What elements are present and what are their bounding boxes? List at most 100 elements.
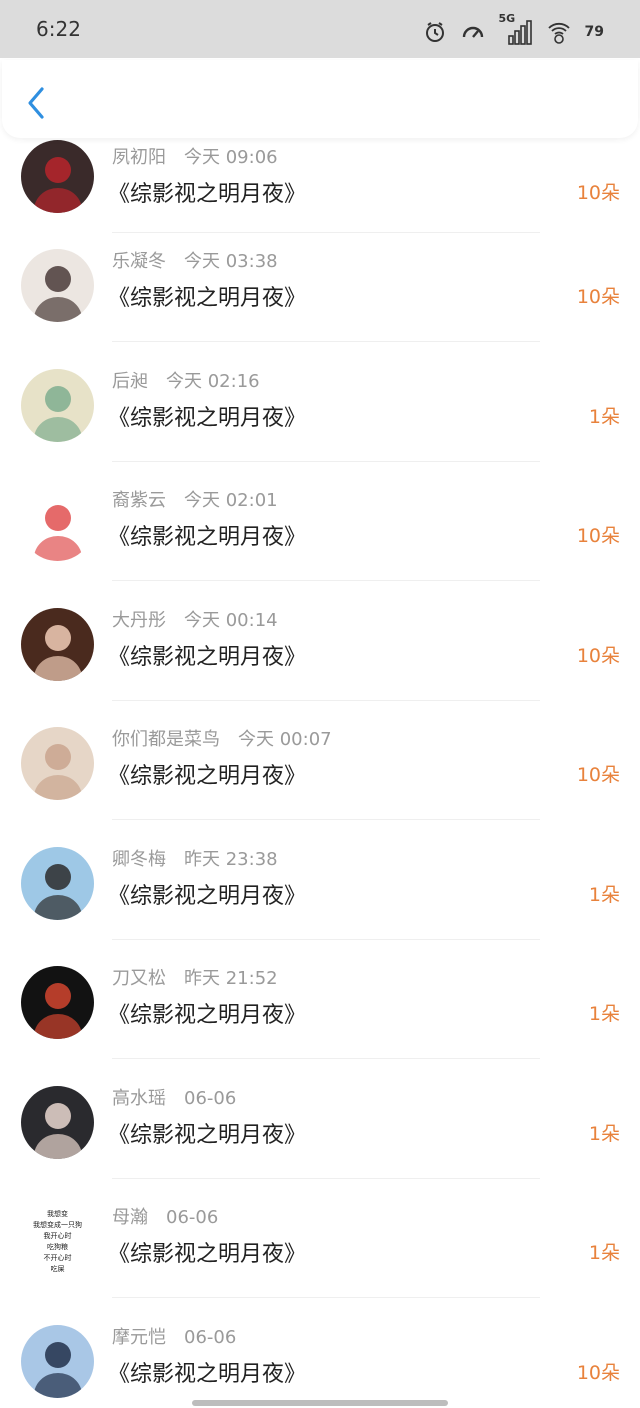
avatar[interactable] [21,1085,94,1159]
timestamp: 今天 09:06 [184,147,278,168]
user-name[interactable]: 大丹彤 [112,610,166,631]
flower-count: 1朵 [588,883,620,906]
book-title[interactable]: 《综影视之明月夜》 [108,1236,306,1268]
chevron-left-icon [28,87,44,119]
user-name[interactable]: 摩元恺 [112,1327,166,1348]
book-title[interactable]: 《综影视之明月夜》 [108,1117,306,1149]
divider [112,580,540,581]
timestamp: 今天 00:07 [238,729,332,750]
list-item[interactable]: 高水瑶 06-06 《综影视之明月夜》 1朵 [0,1072,640,1192]
timestamp: 06-06 [184,1087,237,1109]
avatar-image [34,624,82,681]
back-button[interactable] [22,86,52,120]
flower-count: 10朵 [576,764,620,786]
speed-icon [462,26,483,38]
status-time: 6:22 [36,17,81,41]
list-item[interactable]: 刀又松 昨天 21:52 《综影视之明月夜》 1朵 [0,952,640,1072]
avatar-image [34,863,82,920]
user-name[interactable]: 母瀚 [112,1207,148,1228]
user-name[interactable]: 刀又松 [112,968,166,989]
timestamp: 今天 00:14 [184,609,278,631]
list-item[interactable]: 你们都是菜鸟 今天 00:07 《综影视之明月夜》 10朵 [0,713,640,833]
item-meta: 夙初阳 今天 09:06 [112,143,278,169]
flower-count: 1朵 [588,1003,620,1025]
home-indicator[interactable] [192,1400,448,1406]
item-meta: 母瀚 06-06 [112,1203,218,1229]
avatar[interactable] [21,368,94,442]
timestamp: 06-06 [166,1207,219,1228]
status-bar: 6:22 5G 79 [0,0,640,58]
avatar[interactable]: 我想变我想变成一只狗 我开心时吃狗粮不开心时吃屎 [21,1205,94,1278]
flower-count: 1朵 [588,405,620,428]
book-title[interactable]: 《综影视之明月夜》 [108,997,306,1029]
list-item[interactable]: 大丹彤 今天 00:14 《综影视之明月夜》 10朵 [0,594,640,714]
avatar-image [34,1341,82,1398]
flower-count: 10朵 [576,644,620,667]
avatar[interactable] [21,1324,94,1398]
avatar-image [34,744,82,800]
list-item[interactable]: 裔紫云 今天 02:01 《综影视之明月夜》 10朵 [0,474,640,594]
divider [112,232,540,233]
divider [112,341,540,342]
item-meta: 后昶 今天 02:16 [112,367,260,393]
avatar[interactable] [21,727,94,800]
avatar-image [34,505,82,561]
timestamp: 今天 02:01 [184,490,278,511]
list-item[interactable]: 我想变 我想变成一只狗 我开心时 吃狗粮 不开心时 吃屎 母瀚 06-06 《综影视之明月夜》 1… [0,1191,640,1311]
list-item[interactable]: 乐凝冬 今天 03:38 《综影视之明月夜》 10朵 [0,235,640,355]
divider [112,699,540,701]
avatar[interactable] [21,249,94,322]
book-title[interactable]: 《综影视之明月夜》 [108,519,306,551]
battery-level: 79 [584,24,604,40]
avatar[interactable] [21,488,94,561]
user-name[interactable]: 乐凝冬 [112,251,166,272]
user-name[interactable]: 后昶 [112,371,148,392]
timestamp: 06-06 [184,1326,237,1348]
gift-list: 夙初阳 今天 09:06 《综影视之明月夜》 10朵 乐凝冬 今天 03:38 《综影视之明… [0,140,640,1408]
item-meta: 摩元恺 06-06 [112,1323,236,1349]
divider [112,460,540,462]
book-title[interactable]: 《综影视之明月夜》 [108,1356,306,1388]
book-title[interactable]: 《综影视之明月夜》 [108,176,306,208]
user-name[interactable]: 高水瑶 [112,1088,166,1109]
item-meta: 高水瑶 06-06 [112,1084,236,1110]
avatar-caption: 不开心时 [43,1253,72,1262]
avatar-caption: 我开心时 [43,1231,72,1240]
avatar[interactable] [21,140,94,213]
user-name[interactable]: 裔紫云 [112,490,166,511]
avatar-caption: 吃屎 [50,1264,65,1273]
user-name[interactable]: 卿冬梅 [112,849,166,870]
flower-count: 10朵 [576,525,620,547]
flower-count: 10朵 [576,286,620,308]
avatar-image [34,385,82,442]
book-title[interactable]: 《综影视之明月夜》 [108,639,306,671]
avatar[interactable] [21,966,94,1039]
item-meta: 裔紫云 今天 02:01 [112,486,278,512]
book-title[interactable]: 《综影视之明月夜》 [108,400,306,432]
book-title[interactable]: 《综影视之明月夜》 [108,758,306,790]
avatar-caption: 我想变成一只狗 [33,1220,82,1229]
book-title[interactable]: 《综影视之明月夜》 [108,878,306,910]
timestamp: 昨天 23:38 [184,848,278,870]
item-meta: 刀又松 昨天 21:52 [112,964,278,990]
avatar-caption: 吃狗粮 [47,1242,68,1251]
avatar-image [34,266,82,322]
book-title[interactable]: 《综影视之明月夜》 [108,280,306,312]
avatar[interactable] [21,846,94,920]
item-meta: 大丹彤 今天 00:14 [112,606,278,632]
divider [112,1177,540,1179]
avatar[interactable] [21,607,94,681]
signal-5g-icon: 5G [499,12,533,46]
user-name[interactable]: 你们都是菜鸟 [112,729,220,750]
list-item[interactable]: 夙初阳 今天 09:06 《综影视之明月夜》 10朵 [0,140,640,235]
flower-count: 10朵 [576,1361,620,1384]
list-item[interactable]: 后昶 今天 02:16 《综影视之明月夜》 1朵 [0,355,640,475]
user-name[interactable]: 夙初阳 [112,147,166,168]
divider [112,938,540,940]
avatar-caption: 我想变 [47,1209,68,1218]
item-meta: 卿冬梅 昨天 23:38 [112,845,278,871]
list-item[interactable]: 摩元恺 06-06 《综影视之明月夜》 10朵 [0,1311,640,1408]
timestamp: 昨天 21:52 [184,968,278,989]
list-item[interactable]: 卿冬梅 昨天 23:38 《综影视之明月夜》 1朵 [0,833,640,953]
avatar-image [34,1102,82,1159]
